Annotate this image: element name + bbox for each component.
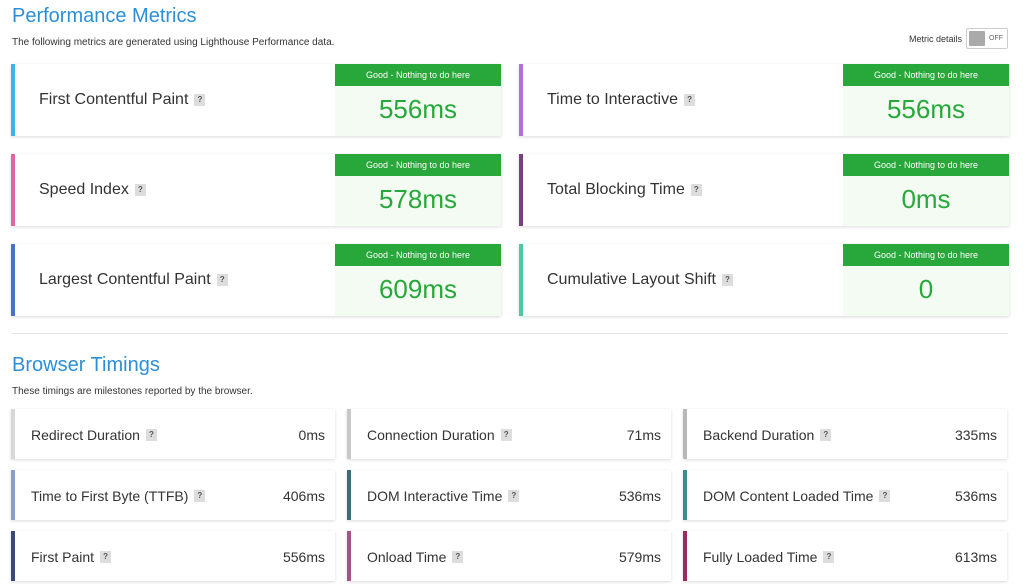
help-icon[interactable]: ? [508, 490, 520, 502]
metric-name: Cumulative Layout Shift? [547, 271, 733, 289]
timing-value: 613ms [954, 549, 997, 565]
timing-label: DOM Content Loaded Time [703, 488, 874, 504]
help-icon[interactable]: ? [690, 184, 702, 196]
timing-value: 71ms [626, 427, 661, 443]
metric-status-badge: Good - Nothing to do here [843, 244, 1009, 266]
metric-label: Time to Interactive [547, 91, 679, 108]
metric-card: Cumulative Layout Shift? Good - Nothing t… [519, 244, 1009, 316]
help-icon[interactable]: ? [100, 551, 112, 563]
timing-value: 536ms [618, 488, 661, 504]
timing-value: 556ms [282, 549, 325, 565]
metric-status-badge: Good - Nothing to do here [335, 154, 501, 176]
metric-value: 609ms [378, 274, 458, 304]
timing-name: Time to First Byte (TTFB)? [31, 488, 206, 504]
help-icon[interactable]: ? [500, 429, 512, 441]
metric-value: 556ms [378, 94, 458, 124]
timing-name: DOM Content Loaded Time? [703, 488, 891, 504]
help-icon[interactable]: ? [879, 490, 891, 502]
timing-name: Redirect Duration? [31, 427, 157, 443]
timing-name: DOM Interactive Time? [367, 488, 520, 504]
metric-status-badge: Good - Nothing to do here [843, 154, 1009, 176]
timing-label: Connection Duration [367, 427, 495, 443]
help-icon[interactable]: ? [134, 184, 146, 196]
metric-card: Time to Interactive? Good - Nothing to do… [519, 64, 1009, 136]
metric-label: First Contentful Paint [39, 91, 189, 108]
timing-name: First Paint? [31, 549, 112, 565]
metric-value: 0ms [901, 184, 951, 214]
help-icon[interactable]: ? [684, 94, 696, 106]
timing-name: Backend Duration? [703, 427, 832, 443]
timing-name: Onload Time? [367, 549, 464, 565]
help-icon[interactable]: ? [820, 429, 832, 441]
timing-label: Redirect Duration [31, 427, 140, 443]
timing-label: Time to First Byte (TTFB) [31, 488, 189, 504]
metric-result-panel: Good - Nothing to do here 0 [843, 244, 1009, 316]
toggle-knob [969, 31, 985, 46]
metric-details-control: Metric details OFF [909, 28, 1008, 49]
timing-card: DOM Content Loaded Time? 536ms [683, 470, 1007, 520]
timing-card: Time to First Byte (TTFB)? 406ms [11, 470, 335, 520]
metric-result-panel: Good - Nothing to do here 556ms [843, 64, 1009, 136]
metric-name: Speed Index? [39, 181, 146, 199]
metric-name: Largest Contentful Paint? [39, 271, 228, 289]
timing-name: Connection Duration? [367, 427, 512, 443]
metric-name: Total Blocking Time? [547, 181, 702, 199]
metric-name: Time to Interactive? [547, 91, 696, 109]
metric-result-panel: Good - Nothing to do here 556ms [335, 64, 501, 136]
metric-details-toggle[interactable]: OFF [966, 28, 1008, 49]
metric-label: Largest Contentful Paint [39, 271, 211, 288]
help-icon[interactable]: ? [194, 490, 206, 502]
performance-subtitle: The following metrics are generated usin… [12, 37, 335, 48]
timing-value: 536ms [954, 488, 997, 504]
timing-value: 0ms [298, 427, 325, 443]
metric-value: 578ms [378, 184, 458, 214]
toggle-state: OFF [989, 35, 1003, 42]
metric-card: Total Blocking Time? Good - Nothing to do… [519, 154, 1009, 226]
metric-label: Cumulative Layout Shift [547, 271, 716, 288]
timing-card: Backend Duration? 335ms [683, 409, 1007, 459]
section-divider [12, 333, 1008, 334]
metric-value: 0 [918, 274, 934, 304]
timing-card: Connection Duration? 71ms [347, 409, 671, 459]
metric-name: First Contentful Paint? [39, 91, 206, 109]
help-icon[interactable]: ? [823, 551, 835, 563]
metric-card: Largest Contentful Paint? Good - Nothing … [11, 244, 501, 316]
metric-label: Speed Index [39, 181, 129, 198]
metric-result-panel: Good - Nothing to do here 578ms [335, 154, 501, 226]
metric-card: First Contentful Paint? Good - Nothing to… [11, 64, 501, 136]
timing-card: Fully Loaded Time? 613ms [683, 531, 1007, 581]
help-icon[interactable]: ? [194, 94, 206, 106]
timing-value: 406ms [282, 488, 325, 504]
metric-status-badge: Good - Nothing to do here [335, 244, 501, 266]
timing-card: First Paint? 556ms [11, 531, 335, 581]
timing-label: Onload Time [367, 549, 447, 565]
metric-value: 556ms [886, 94, 966, 124]
metric-result-panel: Good - Nothing to do here 0ms [843, 154, 1009, 226]
metric-card: Speed Index? Good - Nothing to do here 578… [11, 154, 501, 226]
help-icon[interactable]: ? [145, 429, 157, 441]
timing-label: First Paint [31, 549, 95, 565]
help-icon[interactable]: ? [216, 274, 228, 286]
timing-value: 579ms [618, 549, 661, 565]
browser-timings-title: Browser Timings [12, 354, 160, 376]
browser-timings-subtitle: These timings are milestones reported by… [12, 386, 253, 397]
timing-card: DOM Interactive Time? 536ms [347, 470, 671, 520]
timing-label: Backend Duration [703, 427, 815, 443]
help-icon[interactable]: ? [721, 274, 733, 286]
metric-details-label: Metric details [908, 33, 962, 44]
timing-card: Redirect Duration? 0ms [11, 409, 335, 459]
timing-name: Fully Loaded Time? [703, 549, 835, 565]
metric-status-badge: Good - Nothing to do here [843, 64, 1009, 86]
metric-status-badge: Good - Nothing to do here [335, 64, 501, 86]
timing-label: DOM Interactive Time [367, 488, 503, 504]
timing-label: Fully Loaded Time [703, 549, 818, 565]
metric-result-panel: Good - Nothing to do here 609ms [335, 244, 501, 316]
timing-card: Onload Time? 579ms [347, 531, 671, 581]
metric-label: Total Blocking Time [547, 181, 685, 198]
timing-value: 335ms [954, 427, 997, 443]
performance-title: Performance Metrics [12, 5, 197, 27]
help-icon[interactable]: ? [452, 551, 464, 563]
